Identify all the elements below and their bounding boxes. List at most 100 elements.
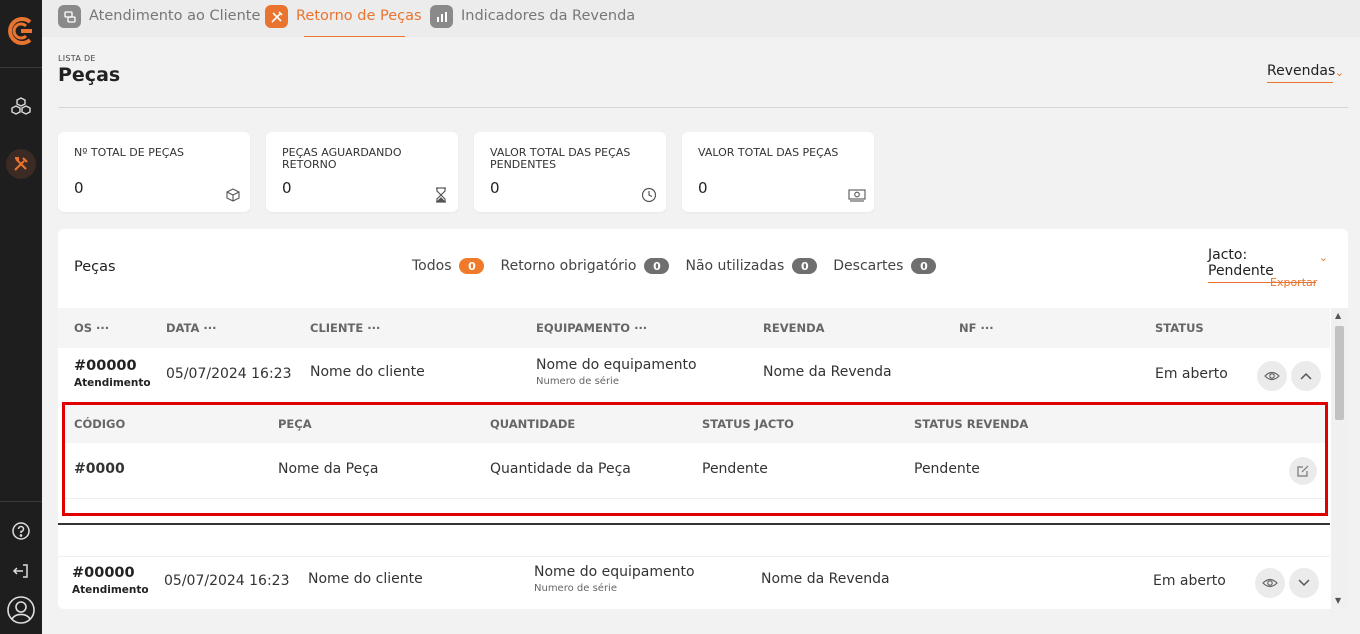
sidebar-modules-icon[interactable] xyxy=(6,92,36,122)
os-type: Atendimento xyxy=(74,377,151,389)
tab-retorno-pecas[interactable]: Retorno de Peças xyxy=(265,5,422,37)
bar-chart-icon xyxy=(430,5,453,28)
col-os[interactable]: OS ··· xyxy=(74,321,109,335)
part-code: #0000 xyxy=(74,461,125,477)
filter-label: Retorno obrigatório xyxy=(500,258,637,274)
scroll-down-icon[interactable]: ▼ xyxy=(1335,596,1341,605)
subcol-status-jacto: STATUS JACTO xyxy=(702,417,794,431)
col-revenda: REVENDA xyxy=(763,321,825,335)
row-revenda: Nome da Revenda xyxy=(761,571,890,587)
col-cliente[interactable]: CLIENTE ··· xyxy=(310,321,380,335)
chevron-down-icon: ⌄ xyxy=(1318,251,1328,264)
subcol-quantidade: QUANTIDADE xyxy=(490,417,576,431)
tools-icon xyxy=(265,5,288,28)
chat-icon xyxy=(58,5,81,28)
count-badge: 0 xyxy=(792,258,818,274)
filter-label: Não utilizadas xyxy=(685,258,785,274)
filter-tabs: Todos 0 Retorno obrigatório 0 Não utiliz… xyxy=(412,258,952,274)
sidebar-tools-icon[interactable] xyxy=(6,149,36,179)
sidebar-divider xyxy=(0,67,42,68)
view-button[interactable] xyxy=(1255,568,1285,598)
table-header: OS ··· DATA ··· CLIENTE ··· EQUIPAMENTO … xyxy=(58,308,1330,348)
subtable-header: CÓDIGO PEÇA QUANTIDADE STATUS JACTO STAT… xyxy=(65,405,1325,443)
panel-title: Peças xyxy=(74,259,116,275)
tab-label: Indicadores da Revenda xyxy=(461,8,636,24)
table-row[interactable]: #00000 Atendimento 05/07/2024 16:23 Nome… xyxy=(58,348,1330,400)
spacer xyxy=(58,527,1330,557)
expanded-parts-subtable: CÓDIGO PEÇA QUANTIDADE STATUS JACTO STAT… xyxy=(62,402,1328,516)
part-status-revenda: Pendente xyxy=(914,461,980,477)
row-client: Nome do cliente xyxy=(310,364,425,380)
box-icon xyxy=(224,186,242,204)
filter-nao-utilizadas[interactable]: Não utilizadas 0 xyxy=(685,258,818,274)
col-equipamento[interactable]: EQUIPAMENTO ··· xyxy=(536,321,647,335)
parts-panel: Peças Todos 0 Retorno obrigatório 0 Não … xyxy=(58,229,1348,609)
subtable-row: #0000 Nome da Peça Quantidade da Peça Pe… xyxy=(65,443,1325,499)
tab-label: Retorno de Peças xyxy=(296,8,422,24)
user-avatar-icon[interactable] xyxy=(6,595,36,625)
status-filter-value: Jacto: Pendente xyxy=(1208,247,1274,279)
row-status: Em aberto xyxy=(1153,573,1226,589)
card-value: 0 xyxy=(282,179,292,197)
col-nf[interactable]: NF ··· xyxy=(959,321,994,335)
edit-icon xyxy=(1297,465,1309,477)
active-tab-indicator xyxy=(304,36,405,37)
card-valor-pendentes: VALOR TOTAL DAS PEÇAS PENDENTES 0 xyxy=(474,132,666,212)
card-value: 0 xyxy=(490,179,500,197)
table-scrollbar[interactable]: ▲ ▼ xyxy=(1331,308,1348,609)
part-quantity: Quantidade da Peça xyxy=(490,461,631,477)
card-valor-total: VALOR TOTAL DAS PEÇAS 0 xyxy=(682,132,874,212)
row-serial: Numero de série xyxy=(536,376,619,387)
subcol-status-revenda: STATUS REVENDA xyxy=(914,417,1029,431)
scroll-up-icon[interactable]: ▲ xyxy=(1335,311,1341,320)
filter-todos[interactable]: Todos 0 xyxy=(412,258,485,274)
filter-label: Todos xyxy=(412,258,452,274)
filter-retorno-obrigatorio[interactable]: Retorno obrigatório 0 xyxy=(500,258,670,274)
row-equipment: Nome do equipamento xyxy=(534,564,695,580)
count-badge: 0 xyxy=(459,258,485,274)
money-icon xyxy=(848,186,866,204)
part-status-jacto: Pendente xyxy=(702,461,768,477)
tab-indicadores[interactable]: Indicadores da Revenda xyxy=(430,5,635,37)
filter-descartes[interactable]: Descartes 0 xyxy=(833,258,937,274)
expand-button[interactable] xyxy=(1289,568,1319,598)
collapse-button[interactable] xyxy=(1291,361,1321,391)
edit-button[interactable] xyxy=(1289,457,1317,485)
card-title: Nº TOTAL DE PEÇAS xyxy=(74,146,184,159)
page-eyebrow: LISTA DE xyxy=(58,54,96,63)
row-equipment: Nome do equipamento xyxy=(536,357,697,373)
clock-icon xyxy=(640,186,658,204)
hourglass-icon xyxy=(432,186,450,204)
row-serial: Numero de série xyxy=(534,583,617,594)
col-status: STATUS xyxy=(1155,321,1204,335)
card-value: 0 xyxy=(698,179,708,197)
chevron-down-icon xyxy=(1298,579,1310,587)
col-data[interactable]: DATA ··· xyxy=(166,321,217,335)
row-date: 05/07/2024 16:23 xyxy=(164,573,290,589)
header-divider xyxy=(58,107,1348,108)
help-icon[interactable] xyxy=(6,516,36,546)
revendas-label: Revendas xyxy=(1267,63,1336,79)
brand-logo-icon[interactable] xyxy=(4,14,38,48)
view-button[interactable] xyxy=(1257,361,1287,391)
table-row[interactable]: #00000 Atendimento 05/07/2024 16:23 Nome… xyxy=(58,557,1330,609)
row-status: Em aberto xyxy=(1155,366,1228,382)
subcol-codigo: CÓDIGO xyxy=(74,417,126,431)
revendas-dropdown[interactable]: Revendas ⌄ xyxy=(1267,63,1344,83)
page-title: Peças xyxy=(58,64,121,86)
export-link[interactable]: Exportar xyxy=(1270,276,1317,289)
card-total-pecas: Nº TOTAL DE PEÇAS 0 xyxy=(58,132,250,212)
scroll-thumb[interactable] xyxy=(1335,326,1344,420)
row-revenda: Nome da Revenda xyxy=(763,364,892,380)
sidebar xyxy=(0,0,42,634)
tab-label: Atendimento ao Cliente xyxy=(89,8,261,24)
subcol-peca: PEÇA xyxy=(278,417,312,431)
row-client: Nome do cliente xyxy=(308,571,423,587)
count-badge: 0 xyxy=(911,258,937,274)
card-value: 0 xyxy=(74,179,84,197)
tab-atendimento[interactable]: Atendimento ao Cliente xyxy=(58,5,260,37)
logout-icon[interactable] xyxy=(6,556,36,586)
os-number: #00000 xyxy=(72,565,135,581)
os-number: #00000 xyxy=(74,358,137,374)
chevron-up-icon xyxy=(1300,372,1312,380)
